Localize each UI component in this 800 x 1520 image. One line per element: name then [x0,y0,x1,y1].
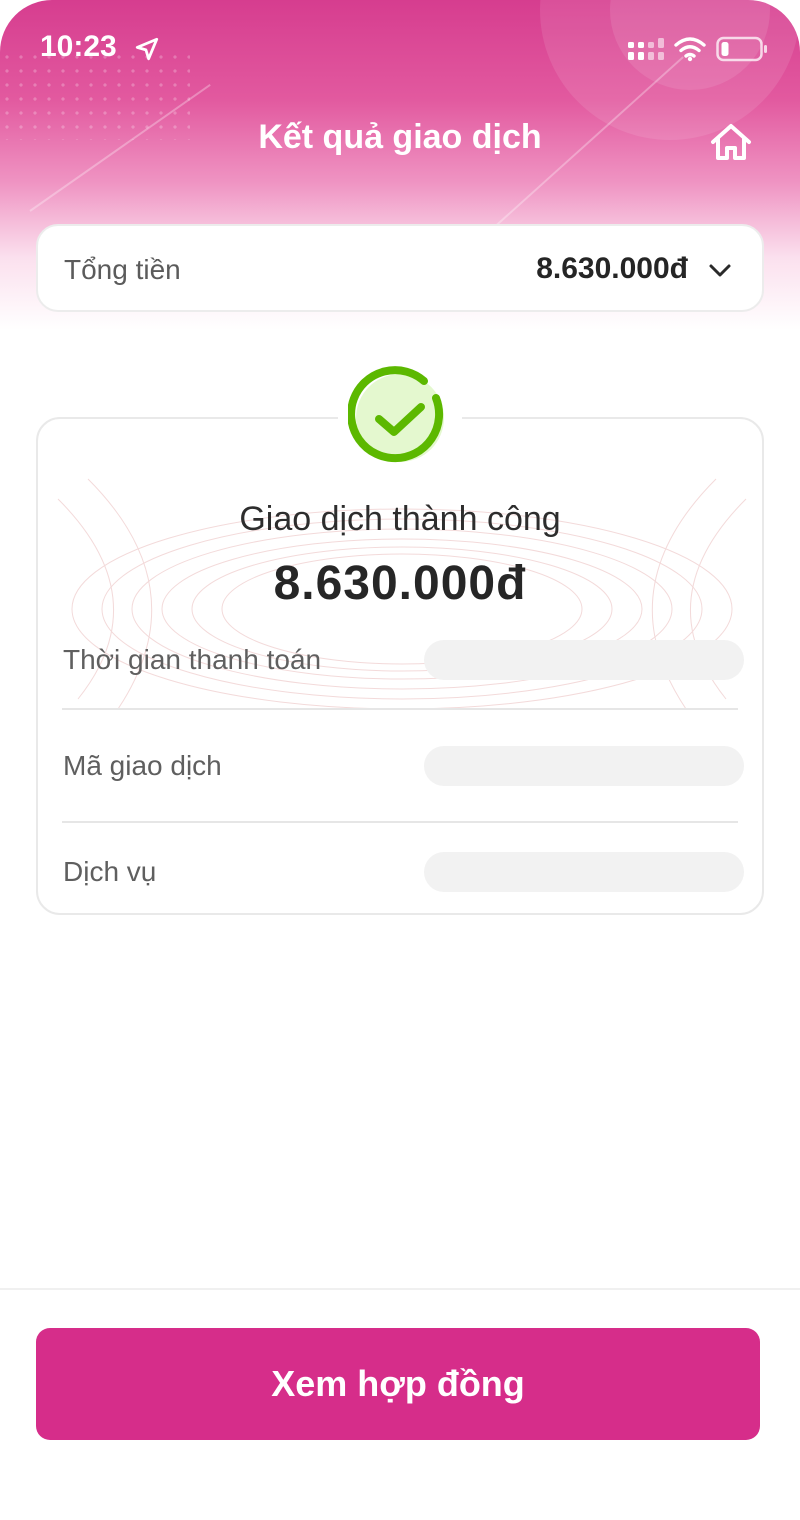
transaction-status-text: Giao dịch thành công [239,500,561,538]
footer-divider [0,1288,800,1290]
status-time: 10:23 [40,30,117,63]
cellular-signal-icon [628,38,664,60]
battery-icon [716,36,767,62]
home-icon [711,124,751,160]
transaction-id-value-placeholder [424,746,744,786]
payment-time-value-placeholder [424,640,744,680]
location-arrow-icon [135,37,159,61]
service-label: Dịch vụ [63,856,157,887]
status-bar: 10:23 [0,0,800,100]
total-value: 8.630.000đ [536,252,688,285]
page-title: Kết quả giao dịch [258,118,542,156]
service-value-placeholder [424,852,744,892]
total-label: Tổng tiền [64,254,181,285]
transaction-amount: 8.630.000đ [273,557,527,610]
row-divider [62,708,738,710]
success-check-icon [348,366,444,463]
chevron-down-icon[interactable] [706,256,734,284]
payment-time-label: Thời gian thanh toán [63,644,322,675]
success-status-icon [338,360,462,476]
wifi-icon [674,37,706,62]
row-divider [62,821,738,823]
total-amount-dropdown[interactable]: Tổng tiền 8.630.000đ [36,224,764,312]
transaction-id-label: Mã giao dịch [63,750,222,781]
view-contract-button[interactable]: Xem hợp đồng [36,1328,760,1440]
home-button[interactable] [706,118,756,166]
app-screen: 10:23 Kết quả giao dịch Tổng tiền 8.630.… [0,0,800,1520]
